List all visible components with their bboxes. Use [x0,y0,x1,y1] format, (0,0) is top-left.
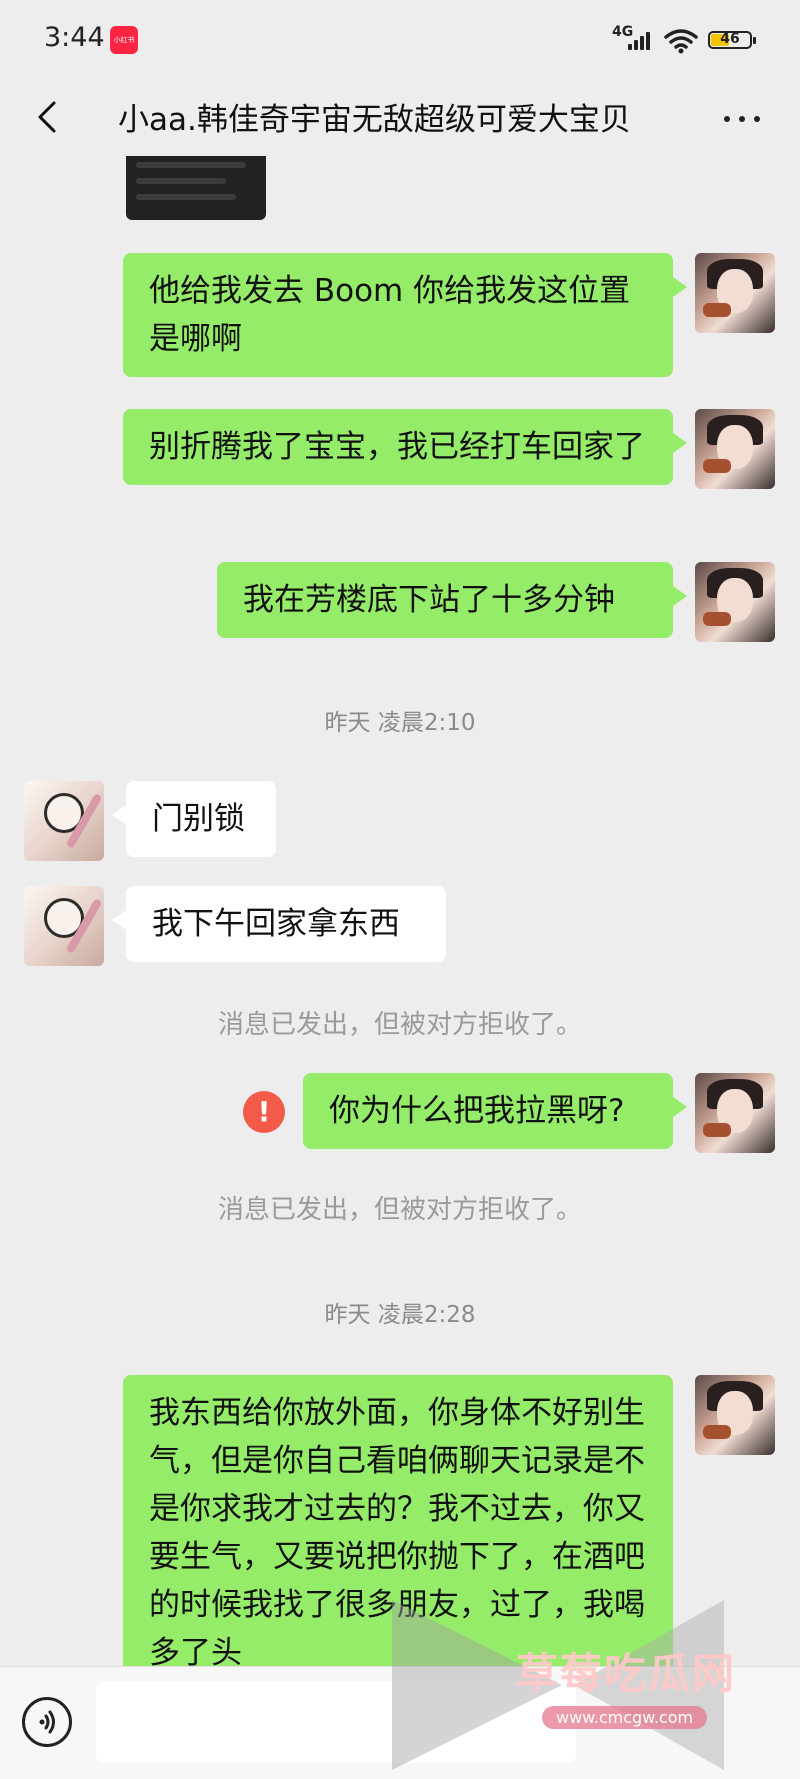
send-failed-icon[interactable]: ! [243,1091,285,1133]
watermark: 草莓吃瓜网 www.cmcgw.com [392,1600,792,1770]
wifi-icon [664,29,698,54]
contact-avatar[interactable] [24,781,104,861]
signal-icon [628,30,656,50]
timestamp: 昨天 凌晨2:28 [324,1302,476,1328]
battery-level: 46 [720,31,740,47]
message-bubble-sent[interactable]: 你为什么把我拉黑呀? [303,1073,687,1149]
my-avatar[interactable] [695,409,775,489]
status-time: 3:44 [44,22,105,53]
message-bubble-received[interactable]: 门别锁 [112,781,276,857]
message-list[interactable]: 他给我发去 Boom 你给我发这位置是哪啊 别折腾我了宝宝，我已经打车回家了 我… [0,156,800,1666]
chat-header: 小aa.韩佳奇宇宙无敌超级可爱大宝贝 [0,80,800,156]
chat-title: 小aa.韩佳奇宇宙无敌超级可爱大宝贝 [118,102,631,138]
message-bubble-received[interactable]: 我下午回家拿东西 [112,886,446,962]
voice-icon [39,1710,55,1734]
message-bubble-sent[interactable]: 我在芳楼底下站了十多分钟 [217,562,687,638]
back-icon[interactable] [30,97,70,137]
status-bar: 3:44 小红书 4G 46 [0,0,800,80]
contact-avatar[interactable] [24,886,104,966]
image-message[interactable] [126,156,266,220]
timestamp: 昨天 凌晨2:10 [324,710,476,736]
my-avatar[interactable] [695,1375,775,1455]
watermark-title: 草莓吃瓜网 [516,1649,737,1698]
my-avatar[interactable] [695,562,775,642]
message-bubble-sent[interactable]: 他给我发去 Boom 你给我发这位置是哪啊 [123,253,687,377]
rejected-notice: 消息已发出，但被对方拒收了。 [217,1010,582,1040]
message-bubble-sent[interactable]: 别折腾我了宝宝，我已经打车回家了 [123,409,687,485]
my-avatar[interactable] [695,1073,775,1153]
watermark-url: www.cmcgw.com [542,1706,708,1729]
my-avatar[interactable] [695,253,775,333]
xiaohongshu-app-icon: 小红书 [110,26,138,54]
rejected-notice: 消息已发出，但被对方拒收了。 [217,1195,582,1225]
voice-input-button[interactable] [22,1697,72,1747]
more-options-icon[interactable] [720,104,764,134]
battery-icon: 46 [708,31,756,49]
